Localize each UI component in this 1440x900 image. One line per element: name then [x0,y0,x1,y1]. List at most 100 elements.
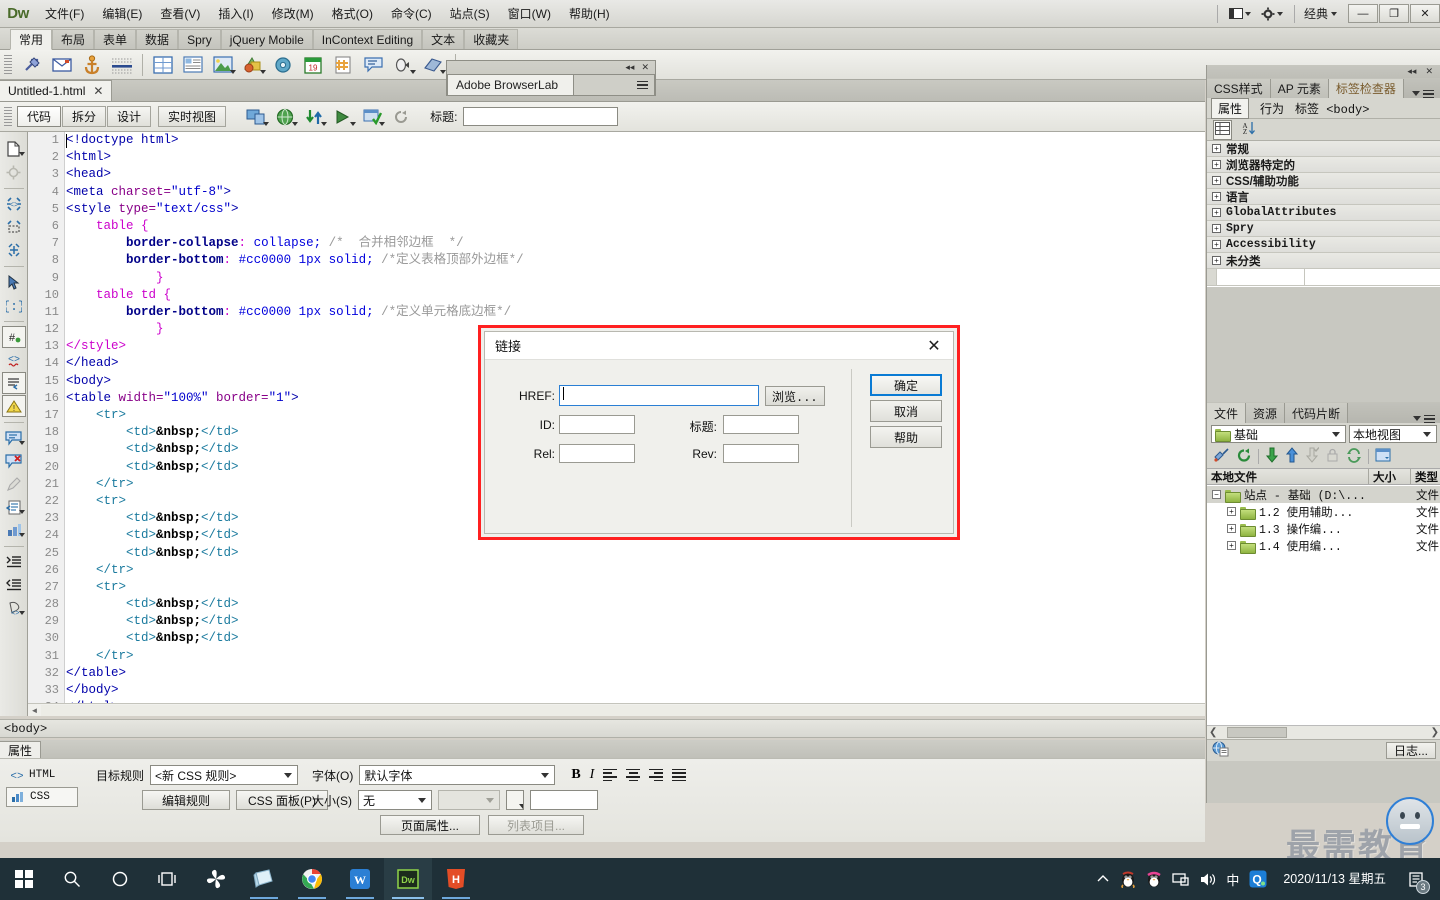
remove-comment-icon[interactable] [2,450,26,472]
dreamweaver-icon[interactable]: Dw [384,858,432,900]
html-mode-button[interactable]: <> HTML [6,765,78,785]
align-justify-icon[interactable] [672,768,687,782]
horizontal-rule-icon[interactable] [108,52,136,78]
tree-row-folder-1-3[interactable]: + 1.3 操作编... 文件 [1207,520,1440,537]
tab-tag-inspector[interactable]: 标签检查器 [1328,79,1404,98]
attribute-category-list[interactable]: + 常规 + 浏览器特定的 + CSS/辅助功能 + 语言 + GlobalAt… [1207,141,1440,287]
chevron-down-icon[interactable] [263,121,270,126]
qq-browser-icon[interactable]: Q [1249,870,1267,888]
view-code-button[interactable]: 代码 [17,106,62,127]
highlight-invalid-code-icon[interactable]: <> [2,349,26,371]
attr-category-accessibility[interactable]: + Accessibility [1207,237,1440,253]
insert-tab-common[interactable]: 常用 [10,29,53,50]
file-management-icon[interactable] [300,104,328,130]
page-title-input[interactable] [463,107,619,126]
rel-input[interactable] [559,444,635,463]
wps-icon[interactable]: W [336,858,384,900]
menu-modify[interactable]: 修改(M) [263,1,323,26]
expand-all-icon[interactable] [2,239,26,261]
task-view-icon[interactable] [144,858,192,900]
code-line[interactable]: border-bottom: #cc0000 1px solid; /*定义单元… [66,304,1205,321]
expand-icon[interactable]: + [1212,176,1221,185]
expand-icon[interactable]: + [1212,160,1221,169]
workspace-switcher[interactable]: 经典 [1301,5,1331,22]
chevron-down-icon[interactable] [260,69,266,74]
format-source-code-icon[interactable]: <> [2,597,26,619]
attr-value-cell[interactable] [1305,269,1440,285]
scroll-thumb[interactable] [1227,727,1288,738]
title-input[interactable] [723,415,799,434]
code-line[interactable]: table { [66,218,1205,235]
qq-penguin-icon-2[interactable] [1146,871,1162,888]
code-line[interactable]: } [66,270,1205,287]
css-mode-button[interactable]: CSS [6,787,78,807]
close-icon[interactable]: ✕ [641,63,649,72]
menu-file[interactable]: 文件(F) [36,1,93,26]
list-item-button[interactable]: 列表项目... [488,815,584,835]
expand-icon[interactable]: + [1212,240,1221,249]
chrome-icon[interactable] [288,858,336,900]
insert-tab-data[interactable]: 数据 [136,29,179,49]
bold-button[interactable]: B [571,767,580,783]
cortana-icon[interactable] [96,858,144,900]
code-line[interactable]: border-bottom: #cc0000 1px solid; /*定义表格… [66,252,1205,269]
tab-ap-elements[interactable]: AP 元素 [1270,79,1329,98]
scroll-track[interactable] [41,704,1205,716]
color-value-input[interactable] [530,790,598,810]
code-line[interactable]: border-collapse: collapse; /* 合并相邻边框 */ [66,235,1205,252]
chevron-down-icon[interactable] [410,69,416,74]
chevron-down-icon[interactable] [292,121,299,126]
tab-css-styles[interactable]: CSS样式 [1207,79,1271,98]
view-select[interactable]: 本地视图 [1349,425,1437,443]
refresh-icon[interactable] [387,104,415,130]
scroll-right-icon[interactable]: ❯ [1431,727,1439,738]
templates-icon[interactable] [419,52,447,78]
browserlab-tab[interactable]: Adobe BrowserLab [447,74,573,96]
layout-switch-button[interactable] [1224,6,1256,21]
code-line[interactable]: <html> [66,149,1205,166]
target-rule-select[interactable]: <新 CSS 规则> [150,765,299,785]
collapse-icon[interactable]: − [1212,490,1221,499]
expand-icon[interactable]: + [1212,208,1221,217]
toolbar-grip[interactable] [4,54,12,75]
files-panel-menu-icon[interactable] [1413,414,1440,423]
expand-icon[interactable]: + [1227,524,1236,533]
move-css-rules-icon[interactable] [2,519,26,541]
restore-button[interactable]: ❐ [1379,4,1409,23]
collapse-selection-icon[interactable] [2,216,26,238]
code-horizontal-scrollbar[interactable]: ◄ [28,703,1205,716]
column-local-files[interactable]: 本地文件 [1207,469,1369,484]
code-line[interactable]: </tr> [66,648,1205,665]
sogou-icon[interactable] [192,858,240,900]
column-size[interactable]: 大小 [1369,469,1411,484]
insert-tab-jquery-mobile[interactable]: jQuery Mobile [220,29,313,49]
view-live-button[interactable]: 实时视图 [158,106,227,127]
code-line[interactable]: <meta charset="utf-8"> [66,184,1205,201]
image-icon[interactable] [209,52,237,78]
expand-icon[interactable]: + [1227,541,1236,550]
code-line[interactable]: <td>&nbsp;</td> [66,630,1205,647]
subtab-attributes[interactable]: 属性 [1211,97,1250,119]
minimize-button[interactable]: — [1348,4,1378,23]
code-line[interactable]: <td>&nbsp;</td> [66,596,1205,613]
chevron-down-icon[interactable] [350,121,357,126]
code-line[interactable]: <style type="text/css"> [66,201,1205,218]
collapse-panels-icon[interactable]: ◂◂ [1407,66,1416,77]
insert-tab-favorites[interactable]: 收藏夹 [464,29,519,49]
attr-category-global-attributes[interactable]: + GlobalAttributes [1207,205,1440,221]
expand-icon[interactable]: + [1212,224,1221,233]
help-button[interactable]: 帮助 [870,426,942,448]
notepad-icon[interactable] [240,858,288,900]
chevron-down-icon[interactable] [230,69,236,74]
code-line[interactable]: <td>&nbsp;</td> [66,545,1205,562]
comment-icon[interactable] [359,52,387,78]
attr-category-general[interactable]: + 常规 [1207,141,1440,157]
ok-button[interactable]: 确定 [870,374,942,396]
edit-rule-button[interactable]: 编辑规则 [142,790,230,810]
show-code-navigator-icon[interactable] [2,161,26,183]
italic-button[interactable]: I [590,767,595,783]
syntax-error-alerts-icon[interactable]: ! [1,395,26,417]
get-files-icon[interactable] [1265,447,1279,466]
word-wrap-icon[interactable] [1,372,26,394]
id-input[interactable] [559,415,635,434]
